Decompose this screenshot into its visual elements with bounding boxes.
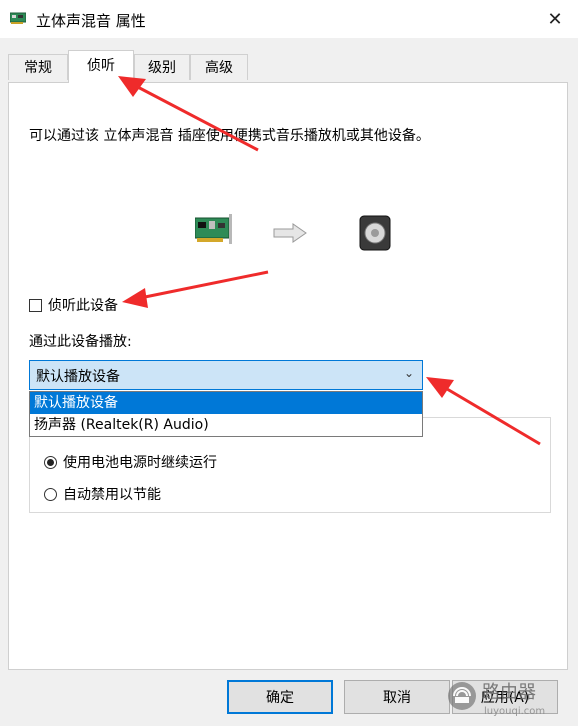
select-value: 默认播放设备: [36, 369, 120, 385]
listen-device-label: 侦听此设备: [48, 298, 118, 314]
listen-device-row[interactable]: 侦听此设备: [29, 295, 118, 315]
sound-card-icon: [195, 214, 232, 244]
watermark-subtext: luyouqi.com: [484, 706, 545, 717]
radio-continue-on-battery[interactable]: [44, 455, 57, 469]
playback-device-select[interactable]: 默认播放设备 ⌄: [29, 360, 423, 390]
window-title: 立体声混音 属性: [36, 12, 146, 30]
cancel-button[interactable]: 取消: [344, 680, 450, 714]
watermark-logo: 路由器 luyouqi.com: [448, 682, 545, 717]
speaker-icon: [359, 215, 391, 251]
option-speakers[interactable]: 扬声器 (Realtek(R) Audio): [30, 414, 422, 436]
sound-card-small-icon: [10, 12, 26, 24]
tab-levels[interactable]: 级别: [134, 54, 190, 80]
close-icon: ✕: [547, 8, 563, 30]
listen-panel: 可以通过该 立体声混音 插座使用便携式音乐播放机或其他设备。 侦听此设备 通过此…: [8, 82, 568, 670]
right-arrow-icon: [273, 223, 307, 243]
watermark-text: 路由器: [482, 682, 536, 703]
tab-advanced[interactable]: 高级: [190, 54, 248, 80]
radio-row-battery[interactable]: 使用电池电源时继续运行: [44, 452, 217, 472]
option-default-playback[interactable]: 默认播放设备: [30, 392, 422, 414]
radio-row-autodisable[interactable]: 自动禁用以节能: [44, 484, 161, 504]
ok-button[interactable]: 确定: [227, 680, 333, 714]
radio-label: 自动禁用以节能: [63, 487, 161, 503]
radio-label: 使用电池电源时继续运行: [63, 455, 217, 471]
close-button[interactable]: ✕: [532, 0, 578, 38]
playback-device-options: 默认播放设备 扬声器 (Realtek(R) Audio): [29, 391, 423, 437]
tab-listen[interactable]: 侦听: [68, 50, 134, 83]
playback-device-label: 通过此设备播放:: [29, 334, 132, 350]
radio-auto-disable[interactable]: [44, 487, 57, 501]
title-bar: 立体声混音 属性 ✕: [0, 0, 578, 38]
tab-general[interactable]: 常规: [8, 54, 68, 80]
chevron-down-icon: ⌄: [403, 366, 414, 380]
listen-device-checkbox[interactable]: [29, 298, 42, 312]
listen-description: 可以通过该 立体声混音 插座使用便携式音乐播放机或其他设备。: [29, 128, 430, 144]
